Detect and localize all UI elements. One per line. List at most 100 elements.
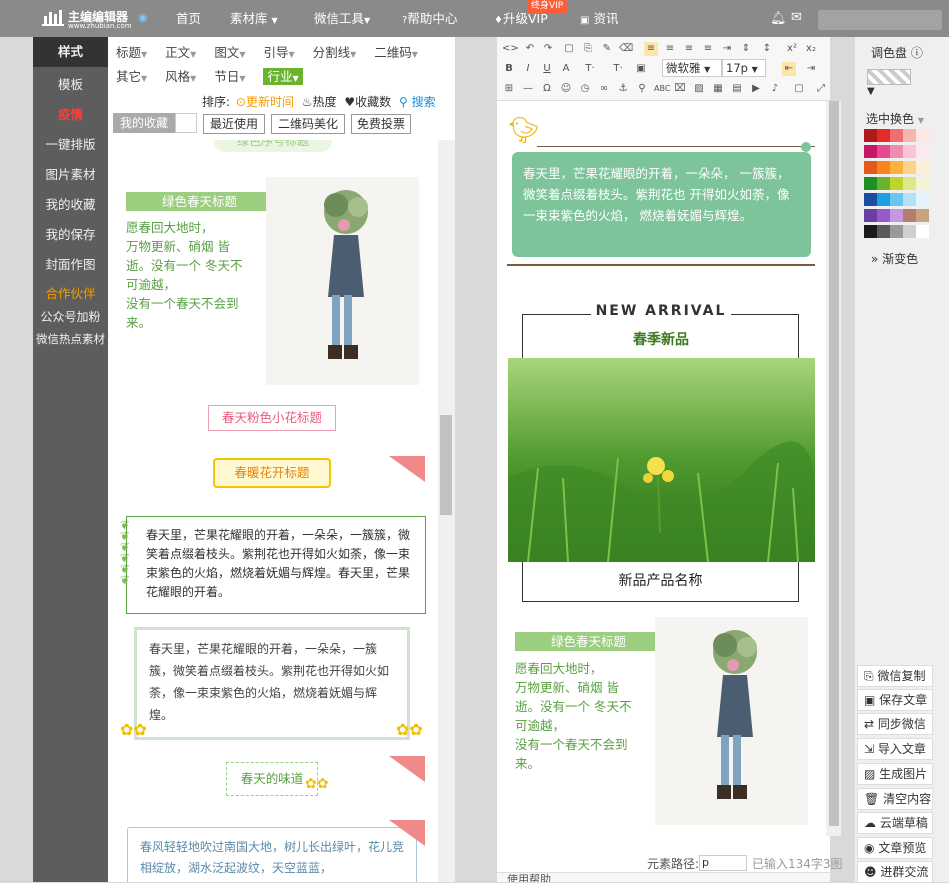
subscript-icon[interactable]: x₂ xyxy=(804,42,818,56)
color-swatch[interactable] xyxy=(890,129,903,142)
color-swatch[interactable] xyxy=(864,161,877,174)
my-favorites-button[interactable]: 我的收藏 xyxy=(113,113,175,133)
sidebar-item-partners[interactable]: 合作伙伴 xyxy=(33,283,108,303)
color-swatch[interactable] xyxy=(916,177,929,190)
tab-image-text[interactable]: 图文▼ xyxy=(214,45,245,60)
color-swatch[interactable] xyxy=(864,193,877,206)
tab-divider[interactable]: 分割线▼ xyxy=(313,45,357,60)
align-right-icon[interactable]: ≡ xyxy=(682,42,696,56)
color-swatch[interactable] xyxy=(864,129,877,142)
align-left-icon[interactable]: ≡ xyxy=(644,42,658,56)
sort-update-time[interactable]: ⊙更新时间 xyxy=(236,95,294,109)
select-color-label[interactable]: 选中换色 ▼ xyxy=(866,110,924,127)
preview-icon[interactable]: ▢ xyxy=(792,82,806,96)
color-swatch[interactable] xyxy=(916,161,929,174)
color-swatch[interactable] xyxy=(864,225,877,238)
color-swatch[interactable] xyxy=(903,225,916,238)
audio-icon[interactable]: ♪ xyxy=(768,82,782,96)
abc-icon[interactable]: ABC xyxy=(654,82,670,96)
color-swatch[interactable] xyxy=(903,209,916,222)
template-yellow-title[interactable]: 春暖花开标题 xyxy=(213,458,331,488)
speaker-icon[interactable]: ◉ xyxy=(138,11,148,24)
redo-icon[interactable]: ↷ xyxy=(541,42,555,56)
font-size-icon[interactable]: T· xyxy=(607,62,629,76)
sort-favorites[interactable]: ♥收藏数 xyxy=(344,95,391,109)
save-article-button[interactable]: ▣ 保存文章 xyxy=(857,689,933,711)
clock-icon[interactable]: ◷ xyxy=(578,82,592,96)
sidebar-item-favorites[interactable]: 我的收藏 xyxy=(33,194,108,214)
color-swatch[interactable] xyxy=(903,177,916,190)
anchor-icon[interactable]: ⚓ xyxy=(616,82,630,96)
color-swatch[interactable] xyxy=(916,145,929,158)
gradient-button[interactable]: » 渐变色 xyxy=(871,250,918,267)
mail-icon[interactable]: ✉ xyxy=(791,10,802,25)
color-swatch[interactable] xyxy=(903,193,916,206)
favorites-toggle[interactable] xyxy=(175,113,197,133)
color-swatch[interactable] xyxy=(864,145,877,158)
tab-qrcode[interactable]: 二维码▼ xyxy=(374,45,418,60)
chevron-down-icon[interactable]: ▼ xyxy=(867,86,875,97)
clear-icon[interactable]: ⌧ xyxy=(673,82,687,96)
editor-green-box[interactable]: 春天里，芒果花耀眼的开着，一朵朵， 一簇簇，微笑着点缀着枝头。紫荆花也 开得如火… xyxy=(512,152,811,257)
user-account[interactable] xyxy=(818,10,942,30)
sidebar-item-style[interactable]: 样式 xyxy=(33,37,108,67)
border-icon[interactable]: ▣ xyxy=(634,62,648,76)
html-icon[interactable]: <> xyxy=(502,42,519,56)
color-swatch[interactable] xyxy=(890,177,903,190)
template-green-box[interactable]: 春天里，芒果花耀眼的开着，一朵朵，一簇簇，微笑着点缀着枝头。紫荆花也开得如火如荼… xyxy=(126,516,426,614)
font-size-select[interactable]: 17p ▼ xyxy=(722,59,766,77)
tab-other[interactable]: 其它▼ xyxy=(116,69,147,84)
emoji-icon[interactable]: ☺ xyxy=(559,82,573,96)
sort-heat[interactable]: ♨热度 xyxy=(302,95,337,109)
color-swatch[interactable] xyxy=(890,209,903,222)
template-flower-box[interactable]: 春天里，芒果花耀眼的开着，一朵朵，一簇簇，微笑着点缀着枝头。紫荆花也开得如火如荼… xyxy=(134,627,410,740)
format-brush-icon[interactable]: ✎ xyxy=(600,42,614,56)
color-swatch[interactable] xyxy=(903,129,916,142)
nav-home[interactable]: 首页 xyxy=(176,0,201,37)
text-direction-icon[interactable]: ⇤ xyxy=(782,62,796,76)
template-blue-box[interactable]: 春风轻轻地吹过南国大地，树儿长出绿叶，花儿竞相绽放，湖水泛起波纹，天空蓝蓝， xyxy=(127,827,417,882)
template-green-spring[interactable]: 绿色春天标题 愿春回大地时， 万物更新、硝烟 皆 逝。没有一个 冬天不 可逾越，… xyxy=(126,177,419,385)
sidebar-item-hot[interactable]: 微信热点素材 xyxy=(33,331,108,349)
line-height-icon[interactable]: ⇕ xyxy=(739,42,753,56)
preview-article-button[interactable]: ◉ 文章预览 xyxy=(857,837,933,859)
clear-format-icon[interactable]: ⌫ xyxy=(619,42,633,56)
grass-flower-photo[interactable] xyxy=(508,358,815,562)
indent-icon[interactable]: ⇥ xyxy=(720,42,734,56)
join-group-button[interactable]: ☻ 进群交流 xyxy=(857,861,933,883)
tab-title[interactable]: 标题▼ xyxy=(116,45,147,60)
material-scrollbar-thumb[interactable] xyxy=(440,415,452,515)
template-pink-title[interactable]: 春天粉色小花标题 xyxy=(208,405,336,431)
template-partial-title[interactable]: 绿色序号标题 xyxy=(214,140,332,152)
color-swatch[interactable] xyxy=(890,161,903,174)
tab-holiday[interactable]: 节日▼ xyxy=(214,69,245,84)
color-swatch[interactable] xyxy=(877,145,890,158)
color-swatch[interactable] xyxy=(877,193,890,206)
color-swatch[interactable] xyxy=(877,177,890,190)
nav-library[interactable]: 素材库 ▼ xyxy=(230,0,278,37)
align-center-icon[interactable]: ≡ xyxy=(663,42,677,56)
video-icon[interactable]: ▶ xyxy=(749,82,763,96)
color-swatch[interactable] xyxy=(916,209,929,222)
new-doc-icon[interactable]: ▢ xyxy=(562,42,576,56)
color-swatch[interactable] xyxy=(916,129,929,142)
copy-format-icon[interactable]: ⎘ xyxy=(581,42,595,56)
font-color-icon[interactable]: A xyxy=(559,62,573,76)
brand-logo[interactable]: 主编编辑器 www.zhubian.com ◉ xyxy=(42,8,162,30)
search-button[interactable]: ⚲ 搜索 xyxy=(399,95,436,109)
color-swatch[interactable] xyxy=(890,225,903,238)
color-swatch[interactable] xyxy=(877,129,890,142)
background-color-icon[interactable]: T· xyxy=(579,62,601,76)
image-icon[interactable]: ▨ xyxy=(692,82,706,96)
underline-icon[interactable]: U xyxy=(540,62,554,76)
color-swatch[interactable] xyxy=(864,177,877,190)
text-direction-rtl-icon[interactable]: ⇥ xyxy=(804,62,818,76)
sidebar-item-fans[interactable]: 公众号加粉 xyxy=(33,308,108,326)
gallery-icon[interactable]: ▤ xyxy=(730,82,744,96)
fullscreen-icon[interactable]: ⤢ xyxy=(814,82,828,96)
sidebar-item-saved[interactable]: 我的保存 xyxy=(33,224,108,244)
table-icon[interactable]: ⊞ xyxy=(502,82,516,96)
align-justify-icon[interactable]: ≡ xyxy=(701,42,715,56)
sidebar-item-images[interactable]: 图片素材 xyxy=(33,164,108,184)
undo-icon[interactable]: ↶ xyxy=(523,42,537,56)
